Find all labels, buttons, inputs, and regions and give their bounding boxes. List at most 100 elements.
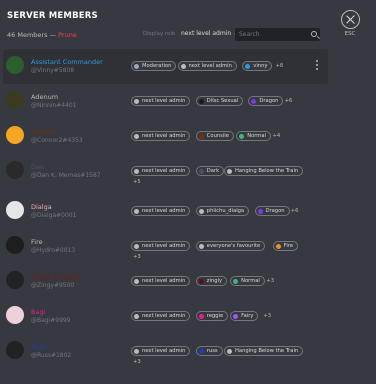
avatar[interactable]	[6, 201, 24, 219]
avatar[interactable]	[6, 126, 24, 144]
role-pill[interactable]: next level admin	[131, 346, 191, 356]
role-pill[interactable]: Fire	[272, 241, 299, 251]
avatar[interactable]	[6, 56, 24, 74]
role-label: next level admin	[142, 208, 186, 214]
role-pill[interactable]: Dilsc Sexual	[195, 96, 244, 106]
role-pill[interactable]: Moderation	[131, 61, 177, 71]
role-label: next level admin	[142, 133, 186, 139]
role-color-dot	[134, 243, 139, 249]
member-tag: @Ninnin#4401	[31, 102, 77, 109]
member-name[interactable]: Assistant Commander	[31, 58, 103, 66]
avatar[interactable]	[6, 341, 24, 359]
member-name[interactable]: Dan	[31, 163, 44, 171]
member-tag: @Hydro#0013	[31, 247, 76, 254]
role-color-dot	[198, 168, 204, 174]
role-pill[interactable]: Hanging Below the Train	[224, 166, 304, 176]
member-name[interactable]: Dialga	[31, 203, 52, 211]
avatar[interactable]	[6, 306, 24, 324]
member-name[interactable]: Connor	[31, 128, 54, 136]
search-placeholder: Search	[239, 31, 260, 38]
role-color-dot	[227, 168, 232, 174]
prune-link[interactable]: Prune	[58, 31, 77, 39]
role-pill[interactable]: vinny	[242, 61, 273, 71]
more-roles-count[interactable]: +5	[133, 179, 141, 185]
role-pill[interactable]: Dragon	[254, 206, 290, 216]
role-pill[interactable]: zingly	[195, 276, 228, 286]
page-title: SERVER MEMBERS	[7, 11, 98, 21]
member-row[interactable]: Adenum @Ninnin#4401 next level admin Dilsc …	[0, 84, 376, 119]
role-pill[interactable]: next level admin	[131, 276, 191, 286]
role-label: phiichu_dialga	[206, 208, 245, 214]
more-roles-count[interactable]: +6	[291, 208, 299, 214]
member-row[interactable]: Russ @Russ#1802 next level admin russ Hangin…	[0, 334, 376, 369]
role-pill[interactable]: next level admin	[131, 131, 191, 141]
member-row[interactable]: Dialga @Dialga#0001 next level admin phiich…	[0, 194, 376, 229]
role-color-dot	[257, 208, 263, 214]
more-roles-count[interactable]: +3	[133, 254, 141, 260]
role-pill[interactable]: Counsiie	[195, 131, 234, 141]
role-label: everyone's favourite	[206, 243, 261, 249]
member-row[interactable]: Fire @Hydro#0013 next level admin everyone'…	[0, 229, 376, 264]
role-pill[interactable]: next level admin	[131, 241, 191, 251]
role-pill[interactable]: phiichu_dialga	[195, 206, 250, 216]
more-roles-count[interactable]: +4	[273, 133, 281, 139]
member-tag: @Vinny#5808	[31, 67, 75, 74]
more-roles-count[interactable]: +3	[266, 278, 274, 284]
role-pill[interactable]: next level admin	[131, 96, 191, 106]
member-row[interactable]: Dan @Dan K. Memes#1587 next level admin Dar…	[0, 154, 376, 189]
role-color-dot	[227, 348, 232, 354]
member-name[interactable]: Bagi	[31, 308, 45, 316]
role-pill[interactable]: next level admin	[131, 166, 191, 176]
search-input[interactable]: Search	[235, 28, 320, 41]
role-label: Dragon	[259, 98, 279, 104]
member-name[interactable]: Adenum	[31, 93, 58, 101]
member-row[interactable]: Connor @Connor2#4353 next level admin Couns…	[0, 119, 376, 154]
role-pill[interactable]: Fairy	[230, 311, 259, 321]
role-color-dot	[134, 348, 139, 354]
role-pill[interactable]: russ	[195, 346, 223, 356]
member-row[interactable]: Bagi @Bagi#9999 next level admin reggie Fair…	[0, 299, 376, 334]
close-icon[interactable]	[340, 10, 360, 29]
role-pill[interactable]: next level admin	[131, 206, 191, 216]
role-label: Fairy	[241, 313, 254, 319]
role-label: reggie	[206, 313, 224, 319]
member-name[interactable]: Zingly Zinglezz	[31, 273, 80, 281]
role-pill[interactable]: next level admin	[177, 61, 237, 71]
role-dropdown[interactable]: next level admin ⌄	[181, 30, 238, 37]
role-label: next level admin	[188, 63, 232, 69]
avatar[interactable]	[6, 271, 24, 289]
role-color-dot	[134, 98, 139, 104]
avatar[interactable]	[6, 236, 24, 254]
member-tag: @Dialga#0001	[31, 212, 77, 219]
more-roles-count[interactable]: +3	[263, 313, 271, 319]
more-roles-count[interactable]: +6	[285, 98, 293, 104]
role-pill[interactable]: Normal	[236, 131, 271, 141]
avatar[interactable]	[6, 91, 24, 109]
role-color-dot	[198, 133, 204, 139]
role-pill[interactable]: next level admin	[131, 311, 191, 321]
role-pill[interactable]: Dragon	[248, 96, 284, 106]
member-row[interactable]: Assistant Commander @Vinny#5808 Moderation…	[3, 49, 328, 84]
role-pill[interactable]: Dark	[195, 166, 225, 176]
role-pill[interactable]: everyone's favourite	[195, 241, 266, 251]
role-pill[interactable]: Hanging Below the Train	[224, 346, 304, 356]
role-color-dot	[134, 278, 139, 284]
esc-label: ESC	[344, 31, 356, 37]
more-options-icon[interactable]	[316, 60, 319, 72]
role-pill[interactable]: reggie	[195, 311, 229, 321]
member-name[interactable]: Fire	[31, 238, 43, 246]
member-name[interactable]: Russ	[31, 343, 46, 351]
more-roles-count[interactable]: +3	[133, 359, 141, 365]
role-color-dot	[245, 63, 251, 69]
member-row[interactable]: Zingly Zinglezz @Zingy#9500 next level adm…	[0, 264, 376, 299]
role-color-dot	[275, 243, 281, 249]
role-label: next level admin	[142, 168, 186, 174]
role-label: next level admin	[142, 243, 186, 249]
more-roles-count[interactable]: +8	[276, 63, 284, 69]
role-label: Normal	[247, 133, 266, 139]
avatar[interactable]	[6, 161, 24, 179]
role-pill[interactable]: Normal	[230, 276, 265, 286]
member-tag: @Zingy#9500	[31, 282, 75, 289]
close-button[interactable]: ESC	[339, 10, 361, 40]
role-color-dot	[134, 133, 139, 139]
